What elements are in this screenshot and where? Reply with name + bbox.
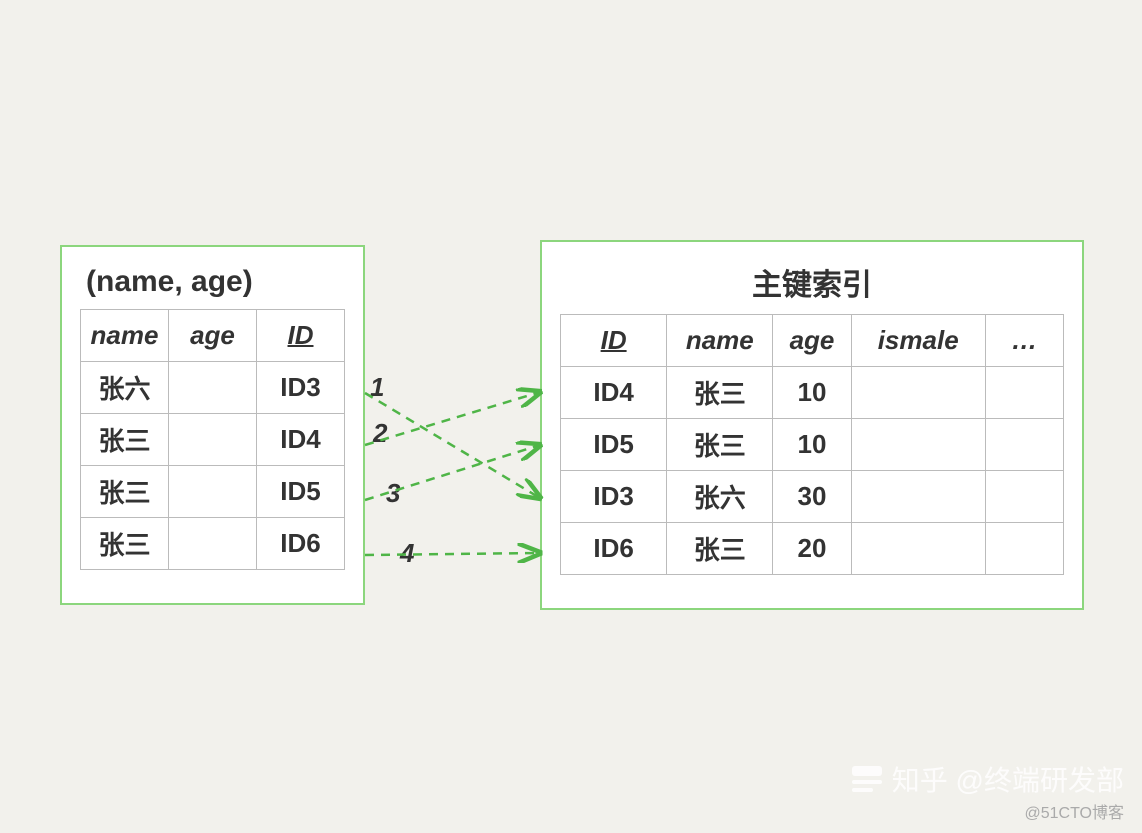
secondary-index-table: name age ID 张六 ID3 张三 ID4 张三 ID5 张三 ID6 [80, 309, 345, 570]
cell-age: 20 [773, 523, 851, 575]
cell-name: 张三 [667, 523, 773, 575]
arrow-4 [365, 553, 540, 555]
table-row: ID5 张三 10 [561, 419, 1064, 471]
primary-key-index-table: ID name age ismale … ID4 张三 10 ID5 张三 10… [560, 314, 1064, 575]
cell-name: 张三 [81, 466, 169, 518]
cell-age: 10 [773, 367, 851, 419]
zhihu-icon [852, 764, 882, 794]
cell-more [985, 367, 1063, 419]
table-row: 张三 ID5 [81, 466, 345, 518]
cell-ismale [851, 367, 985, 419]
primary-key-index-box: 主键索引 ID name age ismale … ID4 张三 10 ID5 … [540, 240, 1084, 610]
cell-id: ID3 [257, 362, 345, 414]
cell-ismale [851, 419, 985, 471]
cell-name: 张六 [667, 471, 773, 523]
cell-name: 张三 [81, 518, 169, 570]
cell-more [985, 523, 1063, 575]
cell-id: ID3 [561, 471, 667, 523]
table-row: ID6 张三 20 [561, 523, 1064, 575]
col-name: name [667, 315, 773, 367]
left-title: (name, age) [80, 265, 345, 299]
cell-id: ID5 [257, 466, 345, 518]
watermark-main: 知乎 @终端研发部 [852, 759, 1124, 799]
arrow-label-3: 3 [386, 478, 400, 509]
secondary-index-box: (name, age) name age ID 张六 ID3 张三 ID4 张三… [60, 245, 365, 605]
cell-age [169, 466, 257, 518]
table-row: ID4 张三 10 [561, 367, 1064, 419]
cell-id: ID6 [561, 523, 667, 575]
cell-ismale [851, 523, 985, 575]
right-title: 主键索引 [560, 260, 1064, 304]
col-id: ID [561, 315, 667, 367]
table-row: ID3 张六 30 [561, 471, 1064, 523]
arrow-label-4: 4 [400, 538, 414, 569]
col-id: ID [257, 310, 345, 362]
cell-name: 张三 [81, 414, 169, 466]
arrow-label-1: 1 [370, 372, 384, 403]
watermark-sub: @51CTO博客 [1024, 799, 1124, 823]
cell-more [985, 419, 1063, 471]
cell-age [169, 414, 257, 466]
watermark-text: 知乎 @终端研发部 [892, 759, 1124, 799]
arrow-label-2: 2 [373, 418, 387, 449]
cell-id: ID4 [561, 367, 667, 419]
table-header-row: ID name age ismale … [561, 315, 1064, 367]
col-ismale: ismale [851, 315, 985, 367]
cell-id: ID5 [561, 419, 667, 471]
col-age: age [169, 310, 257, 362]
cell-ismale [851, 471, 985, 523]
cell-name: 张三 [667, 419, 773, 471]
cell-age [169, 518, 257, 570]
col-name: name [81, 310, 169, 362]
cell-more [985, 471, 1063, 523]
col-more: … [985, 315, 1063, 367]
cell-id: ID4 [257, 414, 345, 466]
cell-id: ID6 [257, 518, 345, 570]
table-row: 张三 ID4 [81, 414, 345, 466]
cell-age: 30 [773, 471, 851, 523]
col-age: age [773, 315, 851, 367]
table-row: 张三 ID6 [81, 518, 345, 570]
arrow-2 [365, 392, 540, 445]
cell-name: 张六 [81, 362, 169, 414]
cell-name: 张三 [667, 367, 773, 419]
table-header-row: name age ID [81, 310, 345, 362]
table-row: 张六 ID3 [81, 362, 345, 414]
cell-age: 10 [773, 419, 851, 471]
cell-age [169, 362, 257, 414]
